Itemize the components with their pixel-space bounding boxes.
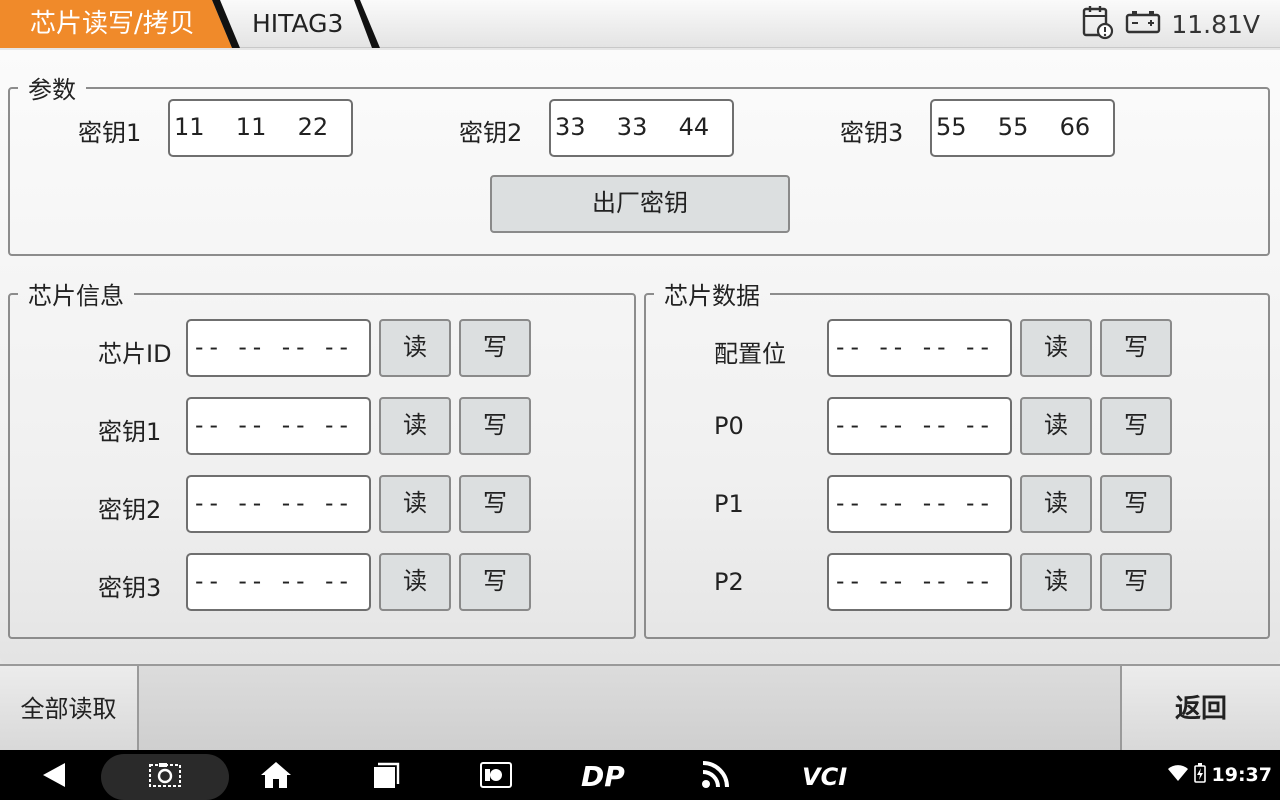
config-bits-field[interactable]: -- -- -- -- bbox=[827, 319, 1012, 377]
back-icon[interactable] bbox=[34, 750, 74, 800]
page-p1-field[interactable]: -- -- -- -- bbox=[827, 475, 1012, 533]
param-key3-label: 密钥3 bbox=[840, 119, 904, 147]
chip-key1-read-button[interactable]: 读 bbox=[379, 397, 451, 455]
param-key2-label: 密钥2 bbox=[459, 119, 523, 147]
page-p0-read-button[interactable]: 读 bbox=[1020, 397, 1092, 455]
vehicle-status: 11.81V bbox=[1081, 0, 1260, 48]
page-p0-write-button[interactable]: 写 bbox=[1100, 397, 1172, 455]
chip-key2-write-button[interactable]: 写 bbox=[459, 475, 531, 533]
chip-id-label: 芯片ID bbox=[98, 340, 172, 368]
feed-icon[interactable] bbox=[696, 750, 736, 800]
param-key1-label: 密钥1 bbox=[78, 119, 142, 147]
screenshot-icon[interactable] bbox=[145, 750, 185, 800]
recent-apps-icon[interactable] bbox=[366, 750, 406, 800]
chip-info-legend: 芯片信息 bbox=[28, 282, 124, 310]
vci-icon-text: VCI bbox=[802, 763, 847, 789]
chip-key2-label: 密钥2 bbox=[98, 496, 162, 524]
action-bar: 全部读取 返回 bbox=[0, 664, 1280, 752]
back-button[interactable]: 返回 bbox=[1120, 666, 1280, 752]
breadcrumb-separator bbox=[354, 0, 380, 48]
chip-key3-write-button[interactable]: 写 bbox=[459, 553, 531, 611]
chip-key1-write-button[interactable]: 写 bbox=[459, 397, 531, 455]
page-p2-label: P2 bbox=[714, 568, 744, 596]
system-nav-bar: DP VCI 19:37 bbox=[0, 750, 1280, 800]
voltage-readout: 11.81V bbox=[1171, 9, 1260, 39]
page-p1-label: P1 bbox=[714, 490, 744, 518]
page-p1-read-button[interactable]: 读 bbox=[1020, 475, 1092, 533]
params-legend: 参数 bbox=[28, 76, 76, 104]
chip-id-field[interactable]: -- -- -- -- bbox=[186, 319, 371, 377]
battery-charging-icon bbox=[1193, 762, 1206, 788]
chip-key3-read-button[interactable]: 读 bbox=[379, 553, 451, 611]
chip-data-legend: 芯片数据 bbox=[664, 282, 760, 310]
chip-key3-label: 密钥3 bbox=[98, 574, 162, 602]
top-bar: 芯片读写/拷贝 HITAG3 11.81V bbox=[0, 0, 1280, 48]
page-p2-write-button[interactable]: 写 bbox=[1100, 553, 1172, 611]
main-panel: 参数 密钥1 11 11 22 22 密钥2 33 33 44 44 密钥3 5… bbox=[0, 50, 1280, 663]
chip-id-write-button[interactable]: 写 bbox=[459, 319, 531, 377]
system-status: 19:37 bbox=[1167, 750, 1272, 800]
chip-key2-field[interactable]: -- -- -- -- bbox=[186, 475, 371, 533]
page-p0-label: P0 bbox=[714, 412, 744, 440]
clock: 19:37 bbox=[1211, 764, 1272, 786]
page-p2-read-button[interactable]: 读 bbox=[1020, 553, 1092, 611]
param-key2-input[interactable]: 33 33 44 44 bbox=[549, 99, 734, 157]
config-bits-write-button[interactable]: 写 bbox=[1100, 319, 1172, 377]
chip-key3-field[interactable]: -- -- -- -- bbox=[186, 553, 371, 611]
page-p1-write-button[interactable]: 写 bbox=[1100, 475, 1172, 533]
wifi-icon bbox=[1167, 764, 1188, 787]
chip-key2-read-button[interactable]: 读 bbox=[379, 475, 451, 533]
chip-key1-field[interactable]: -- -- -- -- bbox=[186, 397, 371, 455]
param-key1-input[interactable]: 11 11 22 22 bbox=[168, 99, 353, 157]
brightness-icon[interactable] bbox=[476, 750, 516, 800]
chip-key1-label: 密钥1 bbox=[98, 418, 162, 446]
page-p0-field[interactable]: -- -- -- -- bbox=[827, 397, 1012, 455]
calendar-alert-icon bbox=[1081, 4, 1115, 44]
config-bits-label: 配置位 bbox=[714, 340, 786, 368]
vci-icon[interactable]: VCI bbox=[800, 750, 850, 800]
home-icon[interactable] bbox=[256, 750, 296, 800]
param-key3-input[interactable]: 55 55 66 66 bbox=[930, 99, 1115, 157]
config-bits-read-button[interactable]: 读 bbox=[1020, 319, 1092, 377]
dp-icon-text: DP bbox=[581, 761, 625, 789]
chip-id-read-button[interactable]: 读 bbox=[379, 319, 451, 377]
breadcrumb-chip-rw[interactable]: 芯片读写/拷贝 bbox=[0, 0, 232, 48]
page-p2-field[interactable]: -- -- -- -- bbox=[827, 553, 1012, 611]
battery-icon bbox=[1125, 9, 1161, 39]
breadcrumb-hitag3[interactable]: HITAG3 bbox=[252, 0, 343, 48]
dp-icon[interactable]: DP bbox=[578, 750, 634, 800]
read-all-button[interactable]: 全部读取 bbox=[0, 666, 139, 752]
factory-key-button[interactable]: 出厂密钥 bbox=[490, 175, 790, 233]
